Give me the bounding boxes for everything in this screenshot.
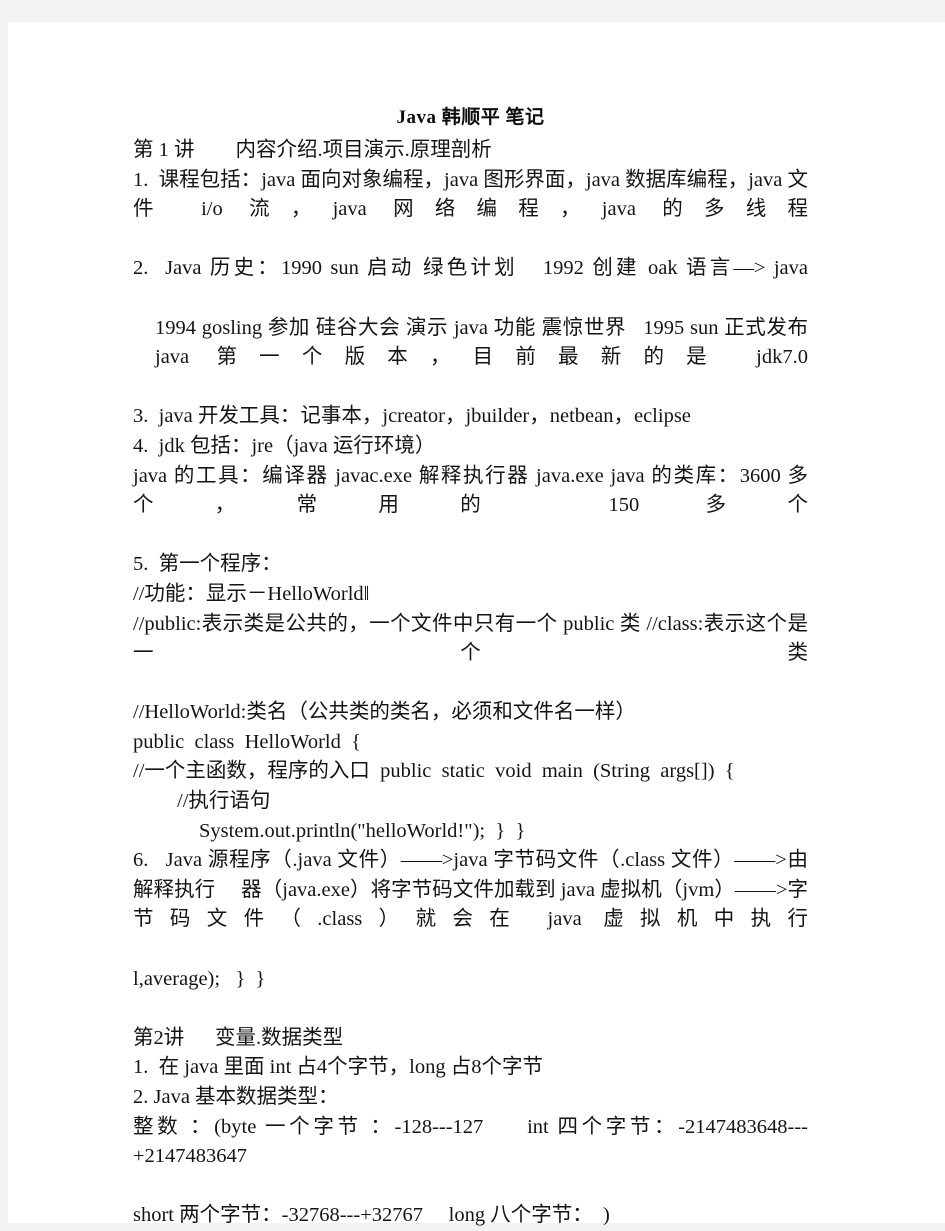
code-class-declaration: public class HelloWorld {	[133, 730, 361, 753]
lecture2-integer-types: 整数 ：(byte 一个字节 ：-128---127 int 四个字节：-214…	[133, 1115, 808, 1168]
lecture1-item-1: 1. 课程包括：java 面向对象编程，java 图形界面，java 数据库编程…	[133, 168, 808, 221]
lecture1-item-2-continued: 1994 gosling 参加 硅谷大会 演示 java 功能 震惊世界 199…	[155, 316, 814, 369]
lecture2-short-long-types: short 两个字节：-32768---+32767 long 八个字节： )	[133, 1204, 610, 1227]
code-comment-public: //public:表示类是公共的，一个文件中只有一个 public 类 //cl…	[133, 612, 808, 665]
lecture2-heading: 第2讲 变量.数据类型	[133, 1026, 344, 1049]
code-comment-main: //一个主函数，程序的入口 public static void main (S…	[133, 760, 735, 783]
lecture1-heading: 第 1 讲 内容介绍.项目演示.原理剖析	[133, 139, 492, 161]
code-comment-helloworld: //HelloWorld:类名（公共类的类名，必须和文件名一样）	[133, 701, 636, 724]
lecture1-item-3: 3. java 开发工具：记事本，jcreator，jbuilder，netbe…	[133, 405, 691, 428]
document-page: Java 韩顺平 笔记 第 1 讲 内容介绍.项目演示.原理剖析 1. 课程包括…	[8, 22, 945, 1226]
lecture2-item-1: 1. 在 java 里面 int 占4个字节，long 占8个字节	[133, 1056, 543, 1079]
lecture1-trailing-fragment: l,average); } }	[133, 967, 266, 990]
lecture1-item-2: 2. Java 历史：1990 sun 启动 绿色计划 1992 创建 oak …	[133, 257, 808, 280]
page-title: Java 韩顺平 笔记	[396, 107, 545, 128]
document-content: Java 韩顺平 笔记 第 1 讲 内容介绍.项目演示.原理剖析 1. 课程包括…	[133, 102, 808, 1231]
code-comment-function: //功能：显示－HelloWorld‖	[133, 582, 370, 605]
lecture1-item-6: 6. Java 源程序（.java 文件）——>java 字节码文件（.clas…	[133, 849, 808, 931]
lecture1-jdk-tools: java 的工具：编译器 javac.exe 解释执行器 java.exe ja…	[133, 464, 808, 517]
lecture2-item-2: 2. Java 基本数据类型：	[133, 1086, 339, 1108]
code-println-statement: System.out.println("helloWorld!"); } }	[199, 819, 526, 842]
lecture1-item-5: 5. 第一个程序：	[133, 553, 282, 576]
lecture1-item-4: 4. jdk 包括：jre（java 运行环境）	[133, 434, 436, 457]
code-comment-exec: //执行语句	[177, 790, 271, 813]
